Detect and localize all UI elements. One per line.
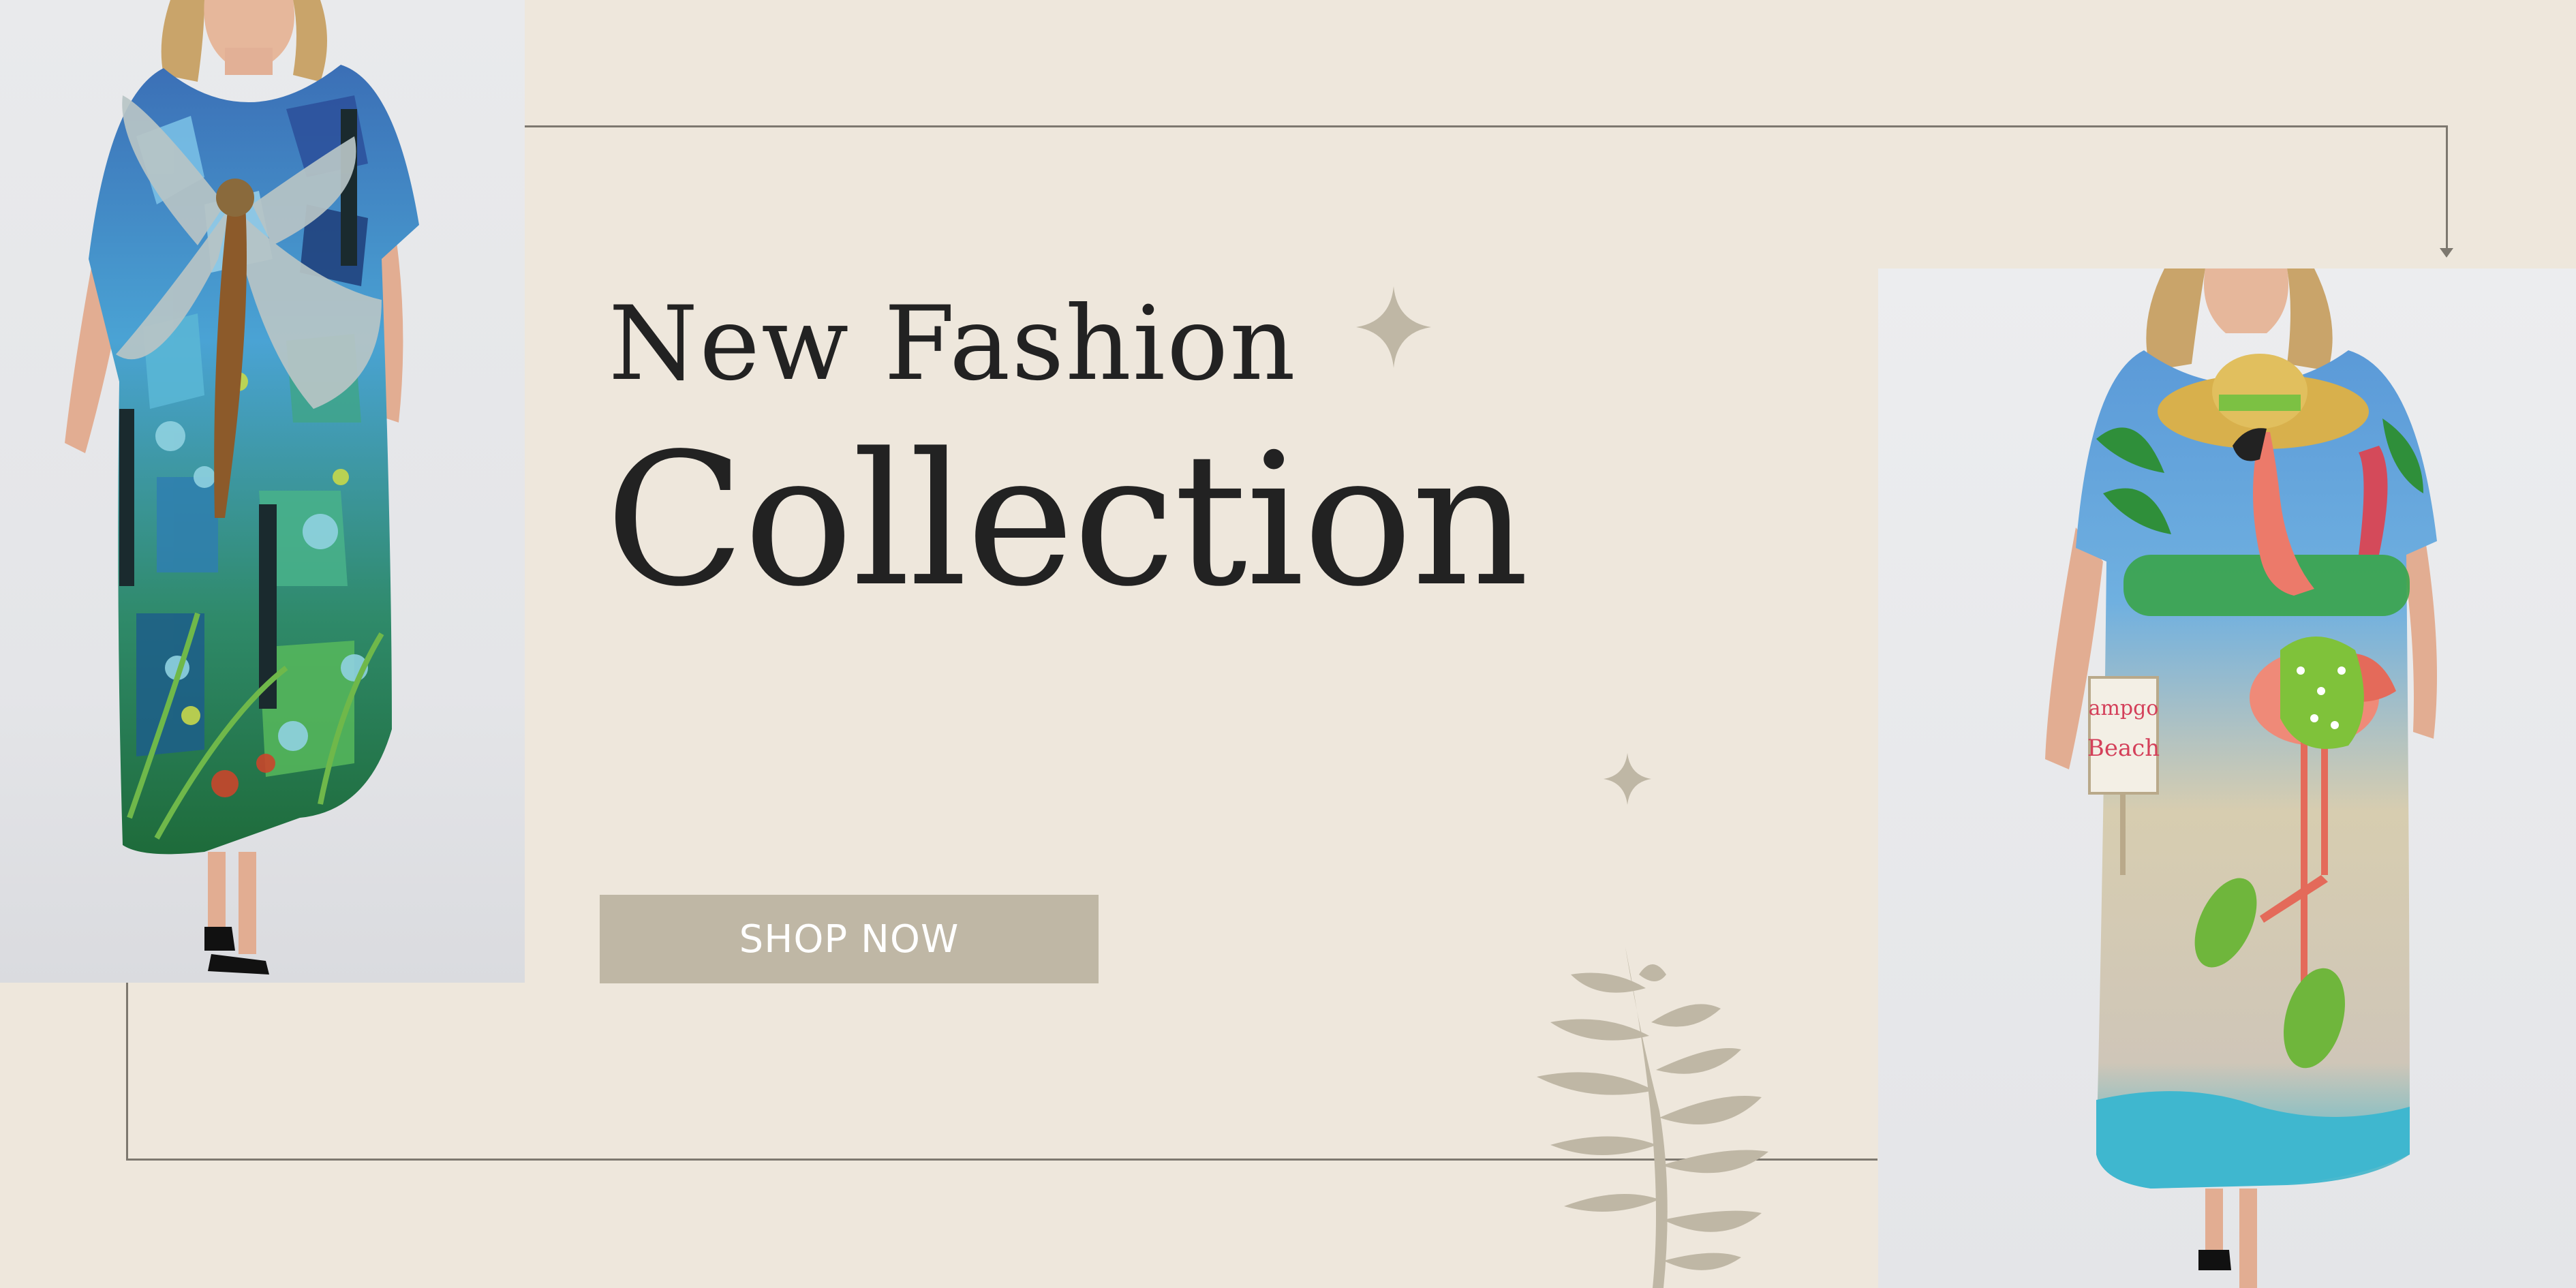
frame-line-top xyxy=(525,125,2448,127)
product-photo-dragonfly-dress[interactable] xyxy=(0,0,525,983)
dragonfly-print-dress-photo xyxy=(65,0,419,975)
headline-new-fashion: New Fashion xyxy=(609,285,1297,403)
frame-arrow-icon xyxy=(2440,248,2453,258)
sparkle-small-icon xyxy=(1604,753,1651,805)
svg-text:ampgo: ampgo xyxy=(2089,696,2159,720)
leaf-icon xyxy=(1537,947,1768,1288)
headline-collection: Collection xyxy=(605,414,1529,627)
sparkle-icon xyxy=(1356,286,1431,368)
svg-text:Beach: Beach xyxy=(2087,735,2160,762)
shop-now-button[interactable]: SHOP NOW xyxy=(600,895,1099,983)
product-photo-flamingo-dress[interactable]: ampgo Beach xyxy=(1878,269,2576,1288)
fashion-banner: New Fashion Collection SHOP NOW ampgo Be… xyxy=(0,0,2576,1288)
frame-line-right xyxy=(2446,125,2448,255)
flamingo-beach-print-dress-photo: ampgo Beach xyxy=(2045,269,2437,1288)
